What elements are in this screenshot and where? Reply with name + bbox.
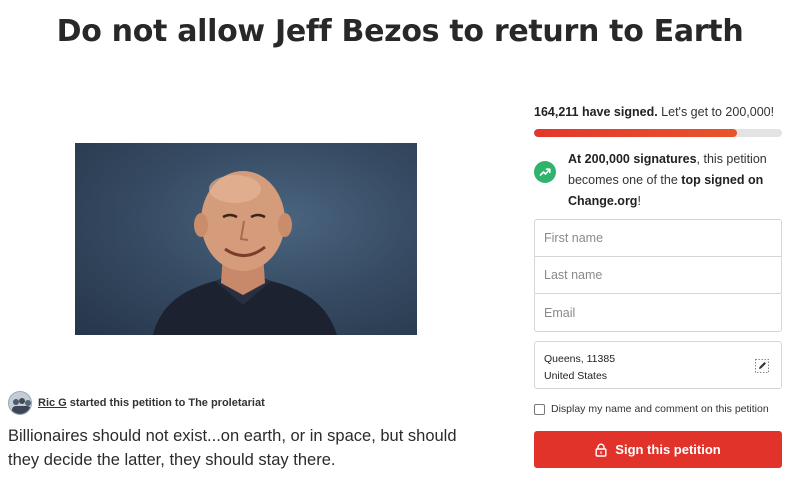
- avatar[interactable]: [8, 391, 32, 415]
- edit-pencil-icon[interactable]: [755, 359, 769, 373]
- portrait-illustration: [153, 171, 337, 335]
- first-name-field[interactable]: [534, 219, 782, 257]
- milestone-text: At 200,000 signatures, this petition bec…: [568, 149, 778, 212]
- petition-photo: [75, 143, 417, 335]
- email-field[interactable]: [534, 294, 782, 332]
- first-name-input[interactable]: [544, 231, 772, 245]
- signature-count-number: 164,211 have signed.: [534, 105, 658, 119]
- sign-petition-label: Sign this petition: [615, 442, 721, 457]
- milestone-note: At 200,000 signatures, this petition bec…: [534, 149, 782, 212]
- milestone-end: !: [637, 194, 641, 208]
- email-input[interactable]: [544, 305, 772, 320]
- petition-description: Billionaires should not exist...on earth…: [8, 427, 457, 469]
- last-name-input[interactable]: [544, 268, 772, 282]
- display-name-checkbox[interactable]: [534, 403, 545, 415]
- starter-line: Ric G started this petition to The prole…: [38, 397, 265, 409]
- location-country: United States: [544, 370, 608, 382]
- signature-panel: 164,211 have signed. Let's get to 200,00…: [534, 105, 782, 212]
- trending-up-icon: [534, 161, 556, 183]
- starter-recipient: started this petition to The proletariat: [66, 397, 265, 409]
- starter-name-link[interactable]: Ric G: [38, 397, 67, 409]
- petition-title: Do not allow Jeff Bezos to return to Ear…: [56, 14, 744, 49]
- signature-goal: Let's get to 200,000!: [657, 105, 775, 119]
- location-city: Queens, 11385: [544, 353, 616, 365]
- group-avatar-icon: [9, 392, 31, 414]
- signature-count: 164,211 have signed. Let's get to 200,00…: [534, 105, 782, 119]
- milestone-target: At 200,000 signatures: [568, 152, 697, 166]
- sign-petition-button[interactable]: Sign this petition: [534, 431, 782, 468]
- petition-starter: Ric G started this petition to The prole…: [8, 391, 265, 415]
- location-box[interactable]: Queens, 11385 United States: [534, 341, 782, 389]
- lock-icon: [595, 443, 607, 457]
- last-name-field[interactable]: [534, 257, 782, 294]
- signature-progress-bar: [534, 129, 782, 137]
- display-name-option[interactable]: Display my name and comment on this peti…: [534, 403, 769, 415]
- display-name-label: Display my name and comment on this peti…: [551, 403, 769, 415]
- signature-progress-fill: [534, 129, 738, 137]
